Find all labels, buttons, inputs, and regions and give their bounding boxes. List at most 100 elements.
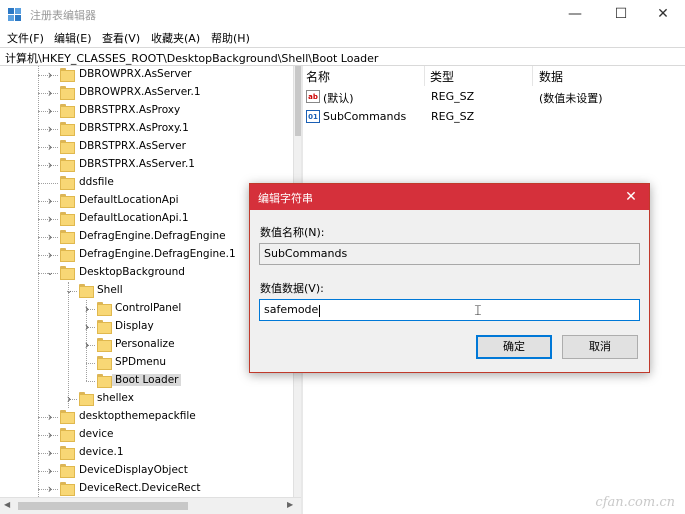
tree-node[interactable]: › DeviceDisplayObject	[0, 462, 293, 480]
expand-chevron-icon[interactable]: ›	[45, 465, 55, 477]
expand-chevron-icon[interactable]: ›	[64, 393, 74, 405]
folder-icon	[60, 410, 75, 424]
expand-chevron-icon[interactable]: ›	[45, 123, 55, 135]
binary-value-icon: 01	[306, 110, 320, 123]
expand-chevron-icon[interactable]: ›	[45, 231, 55, 243]
expand-chevron-icon[interactable]: ›	[45, 69, 55, 81]
ok-button[interactable]: 确定	[476, 335, 552, 359]
expand-chevron-icon[interactable]: ›	[45, 141, 55, 153]
expand-chevron-icon[interactable]: ›	[45, 105, 55, 117]
value-data-label: 数值数据(V):	[260, 282, 324, 295]
tree-node-label: DefaultLocationApi.1	[79, 212, 189, 224]
tree-node[interactable]: › DBRSTPRX.AsServer	[0, 138, 293, 156]
tree-node-label: DefragEngine.DefragEngine	[79, 230, 226, 242]
maximize-button[interactable]: ☐	[598, 0, 644, 29]
tree-node-label: SPDmenu	[115, 356, 167, 368]
dialog-title-bar[interactable]: 编辑字符串 ✕	[250, 184, 649, 210]
tree-node-label: Personalize	[115, 338, 175, 350]
value-data-input[interactable]: safemode 𝙸	[259, 299, 640, 321]
value-data-text: safemode	[264, 303, 319, 316]
tree-node-label: DBROWPRX.AsServer	[79, 68, 192, 80]
expand-chevron-icon[interactable]: ›	[45, 483, 55, 495]
column-data-header[interactable]: 数据	[539, 68, 563, 85]
tree-branch-line	[86, 381, 95, 382]
tree-node[interactable]: Boot Loader	[0, 372, 293, 390]
menu-file[interactable]: 文件(F)	[7, 30, 44, 46]
folder-icon	[79, 392, 94, 406]
folder-icon	[60, 158, 75, 172]
expand-chevron-icon[interactable]: ›	[82, 321, 92, 333]
horizontal-scroll-thumb[interactable]	[18, 502, 188, 510]
tree-node-label: shellex	[97, 392, 134, 404]
value-name: (默认)	[323, 92, 354, 105]
folder-icon	[97, 338, 112, 352]
value-row[interactable]: 01 SubCommands REG_SZ	[303, 107, 685, 127]
expand-chevron-icon[interactable]: ›	[82, 303, 92, 315]
tree-node[interactable]: › desktopthemepackfile	[0, 408, 293, 426]
folder-icon	[60, 248, 75, 262]
column-separator[interactable]	[532, 66, 533, 86]
cancel-button[interactable]: 取消	[562, 335, 638, 359]
tree-branch-line	[86, 363, 95, 364]
tree-node-label: DBRSTPRX.AsProxy	[79, 104, 181, 116]
tree-node-label: DefaultLocationApi	[79, 194, 179, 206]
value-name-field[interactable]: SubCommands	[259, 243, 640, 265]
expand-chevron-icon[interactable]: ›	[45, 213, 55, 225]
tree-node-label: desktopthemepackfile	[79, 410, 196, 422]
scroll-right-icon[interactable]: ▶	[287, 500, 293, 509]
expand-chevron-icon[interactable]: ›	[45, 411, 55, 423]
value-data: (数值未设置)	[539, 92, 603, 105]
tree-node[interactable]: › device.1	[0, 444, 293, 462]
ibeam-cursor-icon: 𝙸	[473, 303, 483, 319]
column-separator[interactable]	[424, 66, 425, 86]
minimize-button[interactable]: —	[552, 0, 598, 29]
value-name-label: 数值名称(N):	[260, 226, 325, 239]
tree-node[interactable]: › shellex	[0, 390, 293, 408]
tree-node[interactable]: › DBRSTPRX.AsProxy.1	[0, 120, 293, 138]
dialog-title: 编辑字符串	[258, 192, 313, 205]
expand-chevron-icon[interactable]: ›	[45, 87, 55, 99]
expand-chevron-icon[interactable]: ›	[45, 447, 55, 459]
collapse-chevron-icon[interactable]: ⌄	[45, 268, 55, 278]
tree-node-label: DeviceDisplayObject	[79, 464, 188, 476]
expand-chevron-icon[interactable]: ›	[45, 249, 55, 261]
folder-icon	[60, 428, 75, 442]
menu-help[interactable]: 帮助(H)	[211, 30, 250, 46]
folder-icon	[60, 266, 75, 280]
menu-edit[interactable]: 编辑(E)	[54, 30, 92, 46]
tree-node-label: Shell	[97, 284, 123, 296]
tree-node[interactable]: › DBRSTPRX.AsServer.1	[0, 156, 293, 174]
expand-chevron-icon[interactable]: ›	[45, 195, 55, 207]
tree-node[interactable]: › DBRSTPRX.AsProxy	[0, 102, 293, 120]
tree-node[interactable]: › DBROWPRX.AsServer.1	[0, 84, 293, 102]
menu-view[interactable]: 查看(V)	[102, 30, 140, 46]
scroll-left-icon[interactable]: ◀	[4, 500, 10, 509]
collapse-chevron-icon[interactable]: ⌄	[64, 286, 74, 296]
tree-node-label: device	[79, 428, 114, 440]
value-row[interactable]: ab (默认) REG_SZ (数值未设置)	[303, 87, 685, 107]
text-caret	[319, 305, 320, 317]
menu-favorites[interactable]: 收藏夹(A)	[151, 30, 200, 46]
tree-node[interactable]: › DBROWPRX.AsServer	[0, 66, 293, 84]
close-window-button[interactable]: ✕	[640, 0, 685, 29]
folder-icon	[79, 284, 94, 298]
value-name: SubCommands	[323, 110, 407, 123]
folder-icon	[60, 230, 75, 244]
column-name-header[interactable]: 名称	[306, 68, 330, 85]
folder-icon	[97, 374, 112, 388]
tree-node[interactable]: › device	[0, 426, 293, 444]
expand-chevron-icon[interactable]: ›	[45, 159, 55, 171]
tree-horizontal-scrollbar[interactable]: ◀ ▶	[0, 497, 301, 514]
list-header: 名称 类型 数据	[303, 66, 685, 86]
dialog-close-button[interactable]: ✕	[613, 184, 649, 210]
expand-chevron-icon[interactable]: ›	[45, 429, 55, 441]
folder-icon	[97, 320, 112, 334]
expand-chevron-icon[interactable]: ›	[82, 339, 92, 351]
column-type-header[interactable]: 类型	[430, 68, 454, 85]
value-type: REG_SZ	[431, 110, 475, 123]
tree-node[interactable]: › DeviceRect.DeviceRect	[0, 480, 293, 497]
folder-icon	[97, 356, 112, 370]
tree-node-label: DBROWPRX.AsServer.1	[79, 86, 201, 98]
folder-icon	[60, 68, 75, 82]
address-bar[interactable]: 计算机\HKEY_CLASSES_ROOT\DesktopBackground\…	[0, 47, 685, 66]
